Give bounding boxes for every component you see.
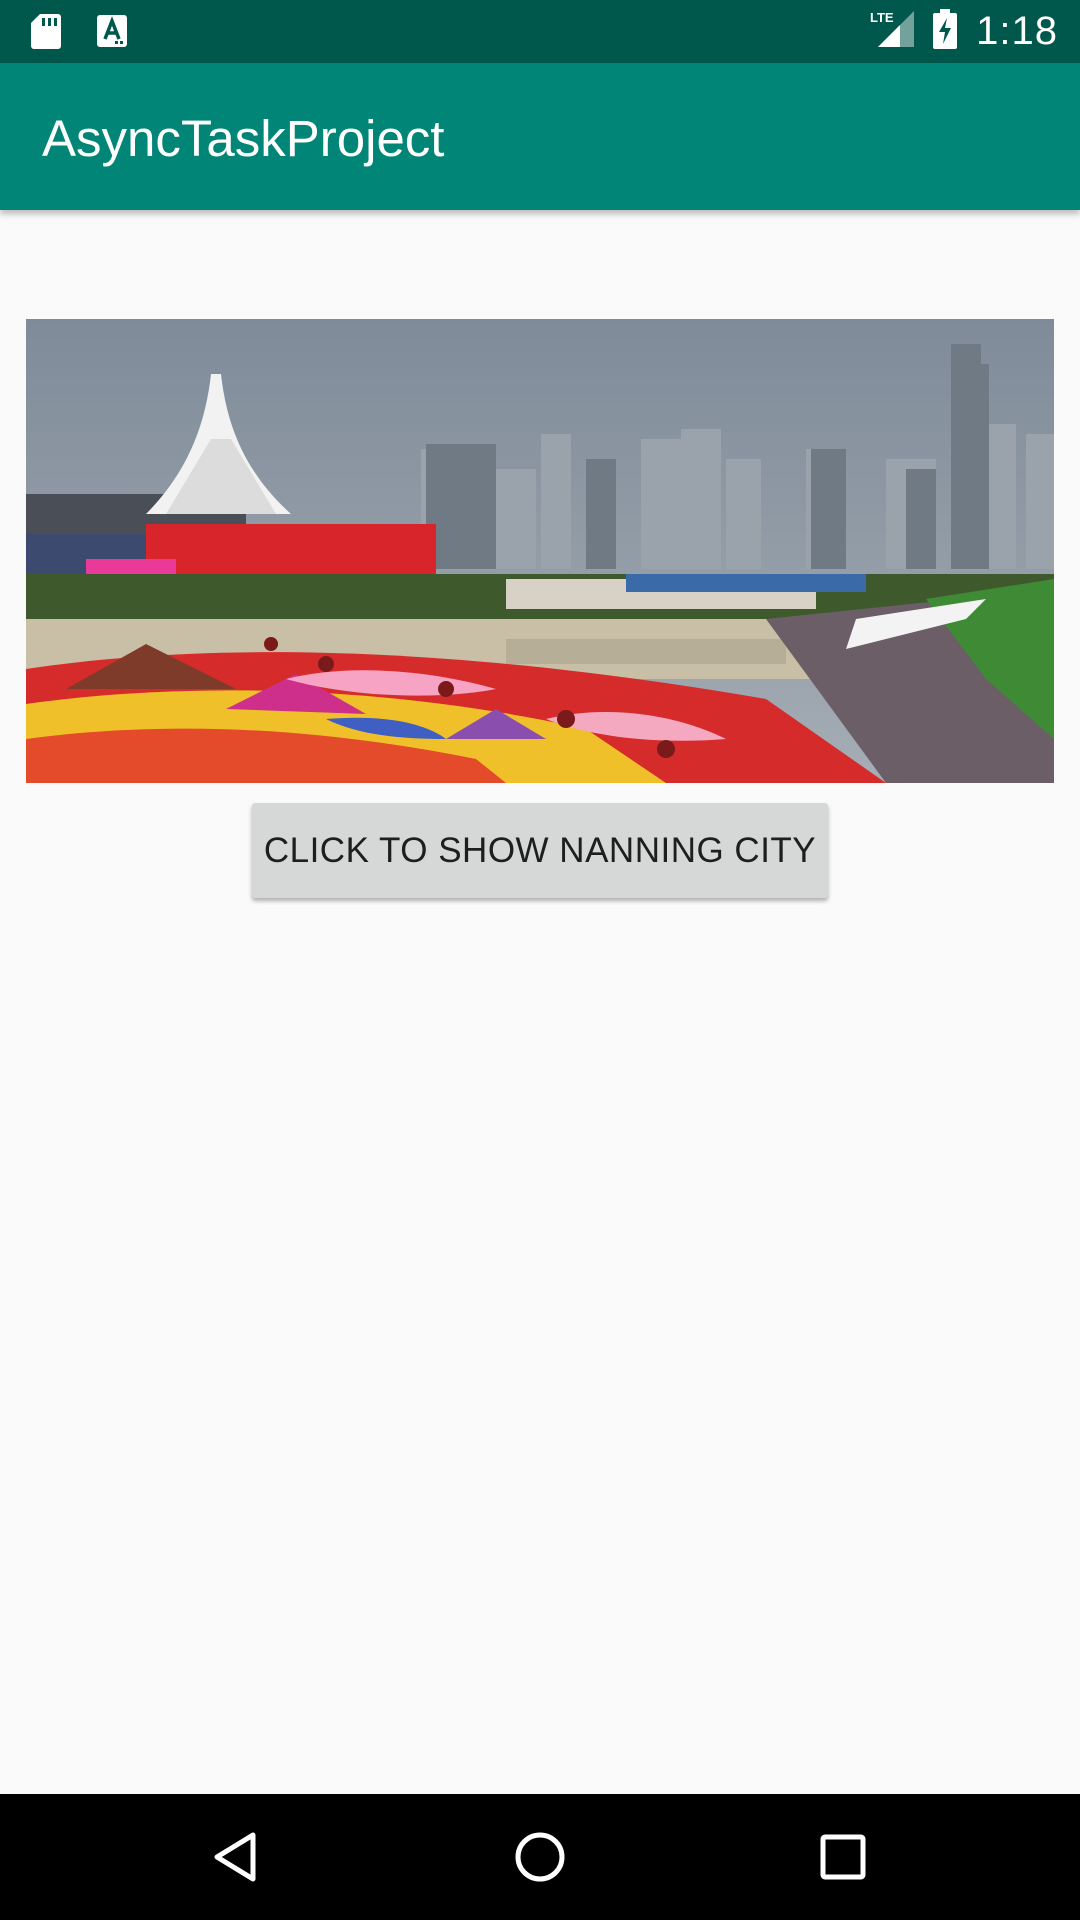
battery-charging-icon <box>932 9 958 54</box>
city-photo <box>26 319 1054 783</box>
lte-signal-icon: LTE <box>870 9 915 54</box>
status-bar: LTE 1:18 <box>0 0 1080 63</box>
nav-bar <box>0 1794 1080 1920</box>
status-system: LTE 1:18 <box>870 0 1058 63</box>
app-title: AsyncTaskProject <box>42 110 445 167</box>
status-clock: 1:18 <box>976 9 1058 53</box>
back-icon[interactable] <box>200 1822 270 1892</box>
app-bar: AsyncTaskProject <box>0 63 1080 210</box>
sd-card-icon <box>30 12 62 55</box>
screen: LTE 1:18 AsyncTaskProject CLICK TO SHOW … <box>0 0 1080 1920</box>
show-nanning-city-button[interactable]: CLICK TO SHOW NANNING CITY <box>252 803 828 898</box>
svg-text:LTE: LTE <box>870 10 894 25</box>
status-notifications <box>30 12 128 55</box>
recents-icon[interactable] <box>808 1822 878 1892</box>
a-notification-icon <box>96 14 128 53</box>
home-icon[interactable] <box>505 1822 575 1892</box>
